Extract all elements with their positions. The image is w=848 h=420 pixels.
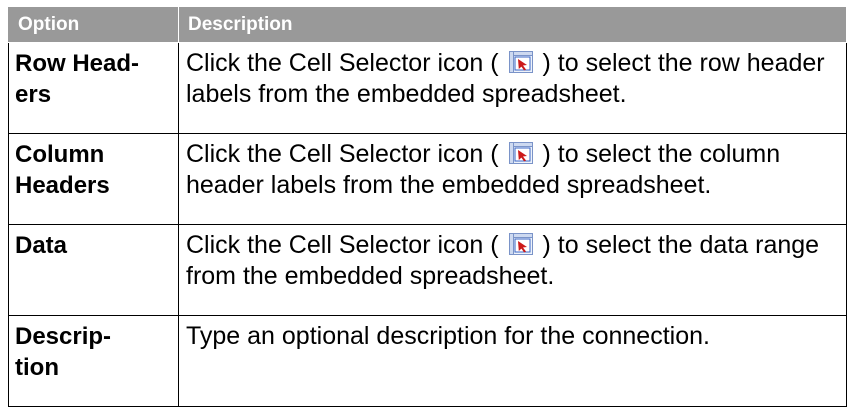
option-cell: Data — [8, 224, 179, 316]
option-label-line: Headers — [15, 172, 110, 199]
option-label-line: tion — [15, 354, 59, 381]
column-header-description: Description — [178, 6, 847, 43]
table-row: Data Click the Cell Selector icon ( ) to… — [8, 224, 847, 316]
description-cell: Click the Cell Selector icon ( ) to sele… — [178, 42, 847, 134]
description-cell: Type an optional description for the con… — [178, 315, 847, 407]
cell-selector-icon — [508, 232, 533, 255]
option-label-line: Column — [15, 141, 105, 168]
options-table: Option Description Row Head- ers Click t… — [8, 6, 847, 407]
cell-selector-icon — [508, 141, 533, 164]
option-cell: Row Head- ers — [8, 42, 179, 134]
option-label-line: ers — [15, 81, 52, 108]
option-cell: Descrip- tion — [8, 315, 179, 407]
option-cell: Column Headers — [8, 133, 179, 225]
option-label-line: Row Head- — [15, 50, 140, 77]
description-text: Click the Cell Selector icon ( — [186, 231, 506, 259]
table-row: Descrip- tion Type an optional descripti… — [8, 315, 847, 407]
description-text: Click the Cell Selector icon ( — [186, 140, 506, 168]
table-header-row: Option Description — [8, 6, 847, 43]
description-cell: Click the Cell Selector icon ( ) to sele… — [178, 133, 847, 225]
cell-selector-icon — [508, 50, 533, 73]
column-header-option: Option — [8, 6, 179, 43]
table-row: Column Headers Click the Cell Selector i… — [8, 133, 847, 225]
description-cell: Click the Cell Selector icon ( ) to sele… — [178, 224, 847, 316]
option-label-line: Descrip- — [15, 323, 112, 350]
option-label-line: Data — [15, 232, 68, 259]
description-text: Click the Cell Selector icon ( — [186, 49, 506, 77]
description-text: Type an optional description for the con… — [186, 322, 710, 350]
table-row: Row Head- ers Click the Cell Selector ic… — [8, 42, 847, 134]
